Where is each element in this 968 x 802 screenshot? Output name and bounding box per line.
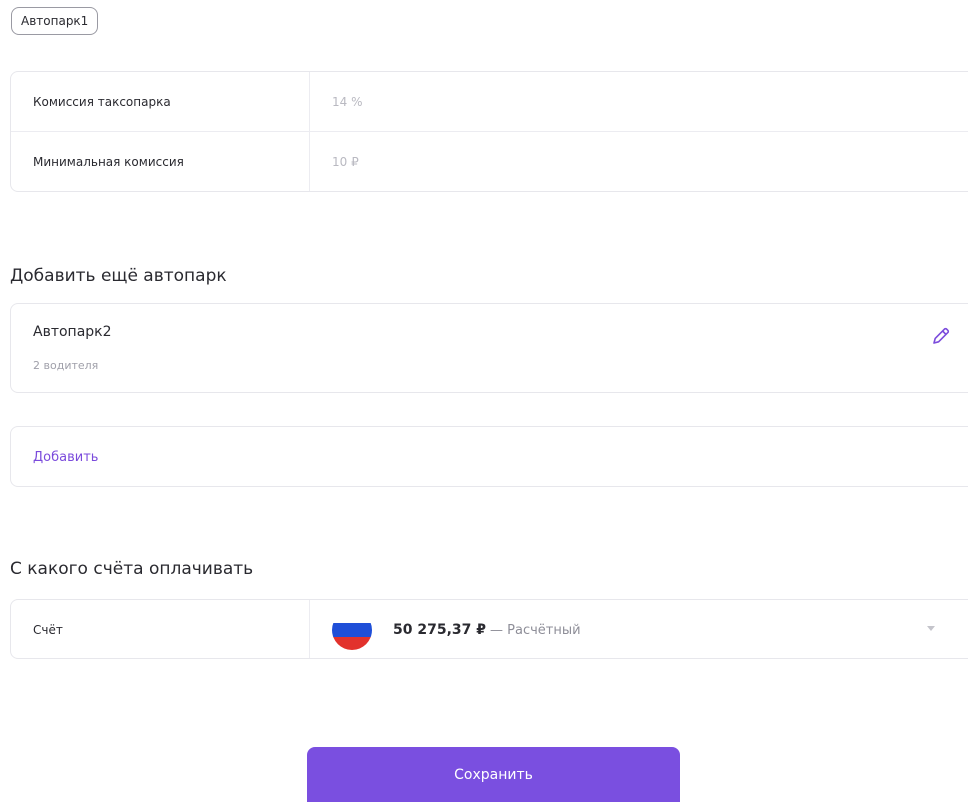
commission-table: Комиссия таксопарка 14 % Минимальная ком… — [10, 71, 968, 192]
chevron-down-icon[interactable] — [927, 626, 935, 631]
fleet-chip[interactable]: Автопарк1 — [11, 7, 99, 35]
min-commission-row: Минимальная комиссия 10 ₽ — [11, 132, 968, 191]
pencil-icon — [933, 327, 950, 344]
account-label: Счёт — [11, 600, 310, 658]
save-button[interactable]: Сохранить — [307, 747, 680, 802]
account-amount: 50 275,37 ₽ — [393, 622, 486, 638]
fleet-drivers-count: 2 водителя — [33, 359, 99, 372]
russia-flag-icon — [332, 610, 372, 650]
fleet-chip-label: Автопарк1 — [21, 14, 89, 28]
account-dropdown[interactable]: 50 275,37 ₽ — Расчётный — [310, 600, 968, 658]
account-type: — Расчётный — [490, 622, 581, 638]
add-fleet-title: Добавить ещё автопарк — [10, 266, 227, 286]
fleet-card[interactable]: Автопарк2 2 водителя — [10, 303, 968, 393]
edit-fleet-button[interactable] — [929, 324, 953, 348]
commission-row: Комиссия таксопарка 14 % — [11, 72, 968, 132]
fleet-name: Автопарк2 — [33, 324, 112, 340]
add-fleet-block: Добавить — [10, 426, 968, 487]
add-fleet-link[interactable]: Добавить — [33, 450, 98, 465]
min-commission-label: Минимальная комиссия — [11, 132, 310, 191]
account-selector: Счёт 50 275,37 ₽ — Расчётный — [10, 599, 968, 659]
min-commission-value: 10 ₽ — [332, 155, 359, 169]
payment-section-title: С какого счёта оплачивать — [10, 559, 254, 579]
commission-label: Комиссия таксопарка — [11, 72, 310, 131]
account-row: Счёт 50 275,37 ₽ — Расчётный — [11, 600, 968, 658]
commission-value: 14 % — [332, 94, 363, 109]
